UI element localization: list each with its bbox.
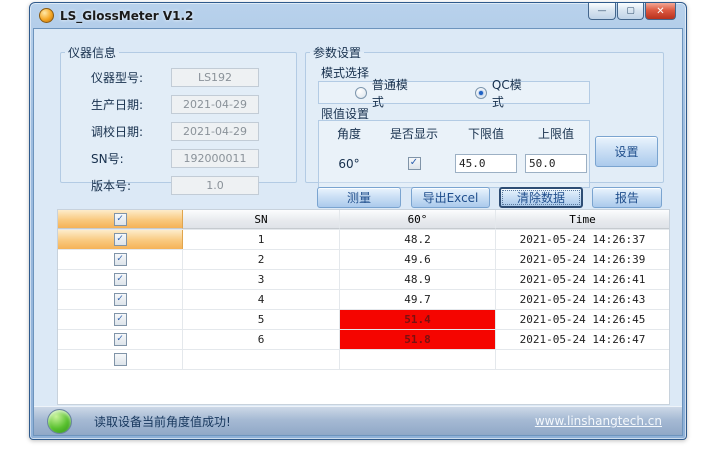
- check-icon: ✓: [117, 234, 123, 244]
- time-cell: 2021-05-24 14:26:39: [496, 250, 669, 269]
- table-row[interactable]: ✓ 4 49.7 2021-05-24 14:26:43: [58, 290, 669, 310]
- table-row[interactable]: ✓ 2 49.6 2021-05-24 14:26:39: [58, 250, 669, 270]
- normal-mode-label: 普通模式: [372, 76, 419, 110]
- qc-mode-radio[interactable]: [475, 87, 487, 99]
- sn-label: SN号:: [91, 150, 171, 167]
- parameter-settings-title: 参数设置: [310, 44, 364, 61]
- row-checkbox[interactable]: ✓: [114, 333, 127, 346]
- export-excel-button[interactable]: 导出Excel: [411, 187, 490, 208]
- table-header-row: ✓ SN 60° Time: [58, 210, 669, 230]
- set-button[interactable]: 设置: [595, 136, 658, 167]
- parameter-settings-group: 参数设置 模式选择 普通模式 QC模式 限值设置 角度 是否显示 下限值 上: [305, 44, 664, 183]
- display-checkbox[interactable]: ✓: [408, 157, 421, 170]
- row-checkbox[interactable]: ✓: [114, 313, 127, 326]
- time-cell: 2021-05-24 14:26:37: [496, 230, 669, 249]
- check-icon: ✓: [117, 254, 123, 264]
- time-cell: 2021-05-24 14:26:41: [496, 270, 669, 289]
- minimize-button[interactable]: —: [588, 3, 616, 20]
- upper-limit-column-header: 上限值: [523, 125, 589, 142]
- time-cell: 2021-05-24 14:26:43: [496, 290, 669, 309]
- angle-value: 60°: [319, 154, 379, 173]
- table-row[interactable]: ✓ 3 48.9 2021-05-24 14:26:41: [58, 270, 669, 290]
- qc-mode-option[interactable]: QC模式: [475, 76, 533, 110]
- display-column-header: 是否显示: [379, 125, 449, 142]
- value-cell: 49.6: [340, 250, 496, 269]
- qc-mode-label: QC模式: [492, 76, 533, 110]
- time-cell: 2021-05-24 14:26:45: [496, 310, 669, 329]
- report-button[interactable]: 报告: [592, 187, 662, 208]
- check-icon: ✓: [117, 274, 123, 284]
- angle-60-column-header: 60°: [340, 210, 496, 229]
- normal-mode-radio[interactable]: [355, 87, 367, 99]
- instrument-info-title: 仪器信息: [65, 44, 119, 61]
- time-cell: 2021-05-24 14:26:47: [496, 330, 669, 349]
- calibration-date-label: 调校日期:: [91, 123, 171, 140]
- sn-cell: [183, 350, 340, 369]
- instrument-model-value: LS192: [171, 68, 259, 87]
- table-row[interactable]: ✓ 1 48.2 2021-05-24 14:26:37: [58, 230, 669, 250]
- value-cell-out-of-limit: 51.4: [340, 310, 496, 329]
- row-checkbox[interactable]: ✓: [114, 293, 127, 306]
- version-value: 1.0: [171, 176, 259, 195]
- sn-cell: 4: [183, 290, 340, 309]
- row-checkbox[interactable]: ✓: [114, 233, 127, 246]
- check-icon: ✓: [117, 214, 123, 224]
- calibration-date-value: 2021-04-29: [171, 122, 259, 141]
- value-cell: 48.9: [340, 270, 496, 289]
- measurement-table: ✓ SN 60° Time ✓ 1 48.2 2021-05-24 14:26:…: [57, 209, 670, 405]
- close-icon: ✕: [656, 6, 664, 17]
- clear-data-button[interactable]: 清除数据: [499, 187, 583, 208]
- close-button[interactable]: ✕: [645, 3, 676, 20]
- table-row[interactable]: [58, 350, 669, 370]
- limit-settings-box: 角度 是否显示 下限值 上限值 60° ✓: [318, 120, 590, 188]
- sn-column-header: SN: [183, 210, 340, 229]
- angle-column-header: 角度: [319, 125, 379, 142]
- row-checkbox[interactable]: ✓: [114, 273, 127, 286]
- app-icon: [39, 8, 54, 23]
- select-all-checkbox[interactable]: ✓: [114, 213, 127, 226]
- time-column-header: Time: [496, 210, 669, 229]
- sn-cell: 1: [183, 230, 340, 249]
- lower-limit-input[interactable]: [455, 154, 517, 173]
- value-cell: 49.7: [340, 290, 496, 309]
- maximize-icon: ▢: [626, 6, 635, 16]
- sn-cell: 2: [183, 250, 340, 269]
- minimize-icon: —: [598, 6, 607, 16]
- instrument-info-group: 仪器信息 仪器型号: LS192 生产日期: 2021-04-29 调校日期: …: [60, 44, 297, 183]
- value-cell-out-of-limit: 51.8: [340, 330, 496, 349]
- row-checkbox[interactable]: ✓: [114, 253, 127, 266]
- sn-cell: 3: [183, 270, 340, 289]
- table-row[interactable]: ✓ 6 51.8 2021-05-24 14:26:47: [58, 330, 669, 350]
- sn-value: 192000011: [171, 149, 259, 168]
- window-title: LS_GlossMeter V1.2: [60, 9, 193, 23]
- production-date-value: 2021-04-29: [171, 95, 259, 114]
- sn-cell: 5: [183, 310, 340, 329]
- time-cell: [496, 350, 669, 369]
- version-label: 版本号:: [91, 177, 171, 194]
- app-window: LS_GlossMeter V1.2 — ▢ ✕ 仪器信息 仪器型号: LS19…: [29, 2, 687, 440]
- measure-button[interactable]: 测量: [317, 187, 401, 208]
- title-bar[interactable]: LS_GlossMeter V1.2 — ▢ ✕: [30, 3, 686, 28]
- status-message: 读取设备当前角度值成功!: [94, 413, 231, 430]
- check-icon: ✓: [117, 314, 123, 324]
- production-date-label: 生产日期:: [91, 96, 171, 113]
- value-cell: [340, 350, 496, 369]
- status-bar: 读取设备当前角度值成功! www.linshangtech.cn: [34, 406, 682, 435]
- upper-limit-input[interactable]: [525, 154, 587, 173]
- instrument-model-label: 仪器型号:: [91, 69, 171, 86]
- maximize-button[interactable]: ▢: [617, 3, 644, 20]
- table-row[interactable]: ✓ 5 51.4 2021-05-24 14:26:45: [58, 310, 669, 330]
- check-icon: ✓: [410, 158, 418, 168]
- check-icon: ✓: [117, 334, 123, 344]
- sn-cell: 6: [183, 330, 340, 349]
- mode-select-box: 普通模式 QC模式: [318, 81, 590, 104]
- window-content: 仪器信息 仪器型号: LS192 生产日期: 2021-04-29 调校日期: …: [33, 28, 683, 436]
- row-checkbox[interactable]: [114, 353, 127, 366]
- website-link[interactable]: www.linshangtech.cn: [535, 414, 662, 428]
- check-icon: ✓: [117, 294, 123, 304]
- lower-limit-column-header: 下限值: [449, 125, 523, 142]
- connection-status-indicator: [47, 409, 72, 434]
- value-cell: 48.2: [340, 230, 496, 249]
